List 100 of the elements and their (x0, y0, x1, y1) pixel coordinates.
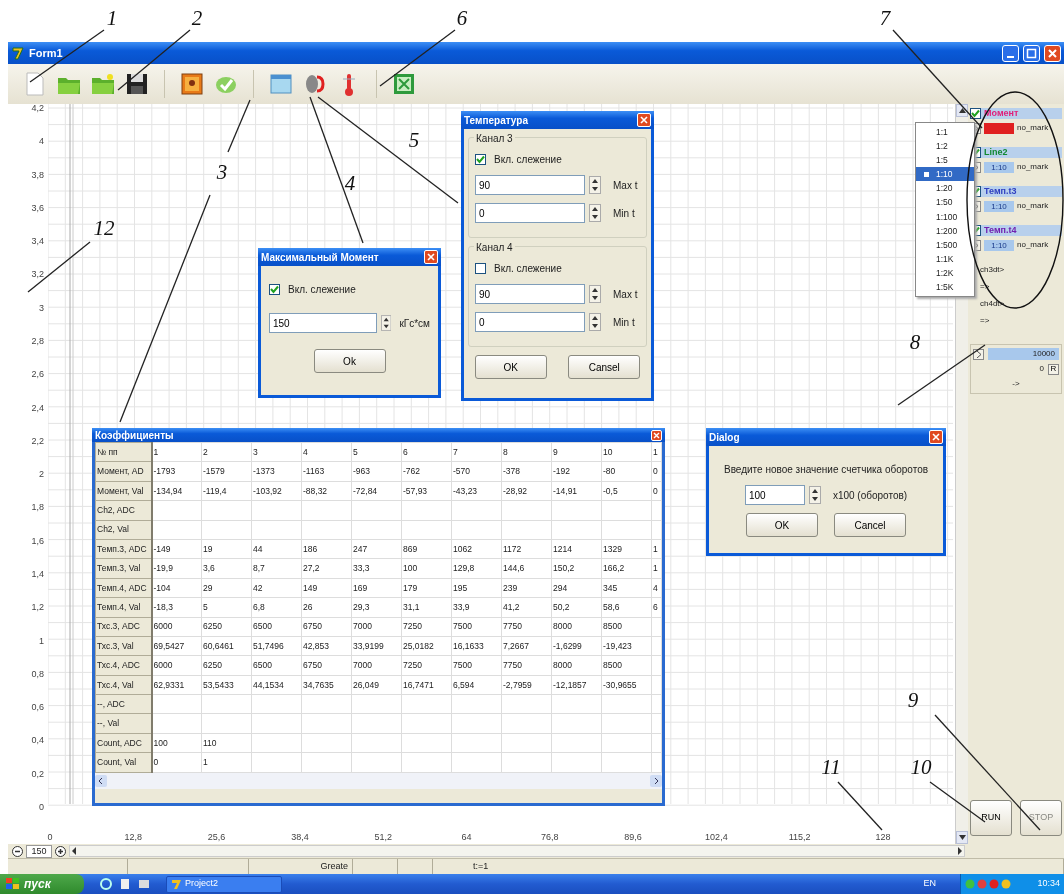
dropdown-option[interactable]: 1:1K (916, 251, 974, 266)
checkbox[interactable] (475, 263, 486, 274)
dropdown-option[interactable]: 1:10 (916, 167, 974, 182)
down-icon (958, 835, 966, 840)
table-cell: 58,6 (601, 597, 652, 617)
spin-arrows-icon[interactable] (589, 176, 601, 194)
run-button[interactable]: RUN (970, 800, 1012, 836)
dialog-title: Dialog (709, 430, 740, 445)
minimize-button[interactable] (1002, 44, 1019, 62)
reset-button[interactable]: R (1048, 363, 1059, 375)
column-header: 10 (601, 442, 652, 462)
table-cell: 53,5433 (201, 675, 252, 695)
right-icon[interactable] (956, 846, 964, 856)
column-header: 3 (251, 442, 302, 462)
dropdown-option[interactable]: 1:200 (916, 223, 974, 238)
table-cell: 42 (251, 578, 302, 598)
ok-button[interactable]: Ok (313, 349, 386, 373)
number-field[interactable]: 0 (475, 203, 585, 223)
horizontal-scrollbar[interactable] (69, 845, 965, 857)
save-icon[interactable] (124, 71, 150, 97)
link-label: ch3dt> (980, 265, 1005, 274)
zoom-out-icon[interactable] (12, 845, 23, 857)
checkbox[interactable] (269, 284, 280, 295)
dropdown-option[interactable]: 1:20 (916, 181, 974, 196)
picture-icon[interactable] (179, 71, 205, 97)
number-field[interactable]: 90 (475, 284, 585, 304)
mark-label: no_mark (1017, 239, 1049, 251)
dropdown-option[interactable]: 1:5K (916, 280, 974, 295)
table-cell: 247 (351, 539, 402, 559)
spin-arrows-icon[interactable] (589, 285, 601, 303)
spreadsheet-icon[interactable] (391, 71, 417, 97)
spin-arrows-icon[interactable] (589, 204, 601, 222)
scale-selector[interactable]: 1:10 (984, 239, 1014, 251)
color-swatch[interactable] (984, 122, 1014, 134)
taskbar-button[interactable]: Project2 (166, 875, 282, 893)
dropdown-option[interactable]: 1:500 (916, 237, 974, 252)
dropdown-option[interactable]: 1:5 (916, 153, 974, 168)
close-button[interactable] (1044, 44, 1061, 62)
right-icon[interactable] (650, 774, 662, 787)
spin-arrows-icon[interactable] (589, 313, 601, 331)
close-button[interactable] (424, 250, 438, 264)
dropdown-option[interactable]: 1:1 (916, 125, 974, 140)
close-button[interactable] (929, 430, 943, 444)
cancel-button[interactable]: Cansel (568, 355, 641, 379)
status-text: Greate (320, 859, 348, 873)
checkbox[interactable] (475, 154, 486, 165)
axis-label: 102,4 (704, 830, 729, 844)
unit-label: x100 (оборотов) (832, 488, 908, 503)
table-cell: 6500 (251, 617, 302, 637)
window-icon[interactable] (268, 71, 294, 97)
ok-button[interactable]: OK (474, 355, 547, 379)
checkbox[interactable] (970, 108, 981, 119)
spin-arrows-icon[interactable] (381, 314, 392, 332)
dropdown-option[interactable]: 1:100 (916, 209, 974, 224)
scroll-up-button[interactable] (956, 104, 968, 117)
zoom-field[interactable]: 150 (26, 844, 52, 858)
number-field[interactable]: 0 (475, 312, 585, 332)
number-field[interactable]: 150 (269, 313, 377, 333)
table-cell: 6250 (201, 617, 252, 637)
start-button[interactable]: пуск (0, 874, 84, 894)
scale-selector[interactable]: 1:10 (984, 200, 1014, 212)
table-cell: 1 (651, 539, 662, 559)
dialog-title: Температура (464, 113, 528, 128)
close-button[interactable] (651, 429, 662, 441)
zoom-in-icon[interactable] (55, 845, 66, 857)
axis-label: 89,6 (623, 830, 643, 844)
scale-selector[interactable]: 1:10 (984, 161, 1014, 173)
table-cell: 869 (401, 539, 452, 559)
number-field[interactable]: 90 (475, 175, 585, 195)
close-icon (653, 431, 660, 439)
browser-icon[interactable] (100, 878, 112, 890)
dropdown-option[interactable]: 1:2 (916, 139, 974, 154)
table-cell: 8000 (551, 617, 602, 637)
spin-arrows-icon[interactable] (808, 486, 821, 504)
table-cell: 69,5427 (151, 636, 202, 656)
table-cell: 0 (151, 752, 202, 773)
table-cell: 6750 (301, 655, 352, 676)
axis-label: 128 (874, 830, 892, 844)
expand-button[interactable] (973, 348, 984, 360)
table-cell: 7000 (351, 655, 402, 676)
dropdown-option[interactable]: 1:50 (916, 195, 974, 210)
maximize-button[interactable] (1023, 44, 1040, 62)
scroll-down-button[interactable] (956, 831, 968, 844)
table-cell: 41,2 (501, 597, 552, 617)
language-indicator[interactable]: EN (923, 877, 936, 891)
window-icon[interactable] (138, 878, 150, 890)
left-icon[interactable] (95, 774, 107, 787)
left-icon[interactable] (70, 846, 78, 856)
number-field[interactable]: 100 (744, 485, 805, 505)
table-cell: 1214 (551, 539, 602, 559)
column-header: 2 (201, 442, 252, 462)
table-cell: -104 (151, 578, 202, 598)
ok-button[interactable]: OK (746, 513, 818, 537)
document-icon[interactable] (120, 878, 130, 890)
close-icon (427, 253, 435, 261)
axis-label: 12,8 (123, 830, 144, 844)
close-button[interactable] (637, 113, 651, 127)
callout-number: 9 (907, 689, 919, 711)
cancel-button[interactable]: Cancel (834, 513, 906, 537)
dropdown-option[interactable]: 1:2K (916, 265, 974, 281)
